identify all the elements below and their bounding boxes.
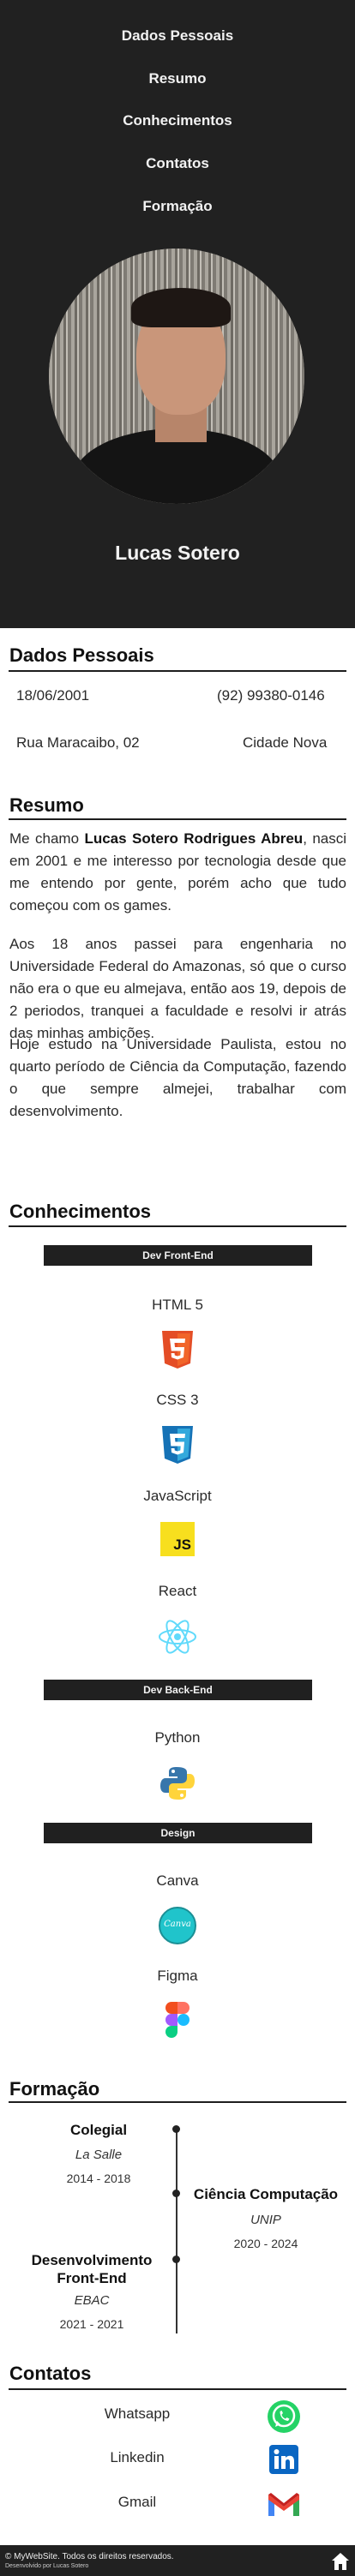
section-divider xyxy=(9,2101,346,2103)
canva-icon: Canva xyxy=(159,1907,196,1944)
section-title-resumo: Resumo xyxy=(9,794,84,816)
linkedin-icon[interactable] xyxy=(269,2445,298,2474)
nav-link-dados-pessoais[interactable]: Dados Pessoais xyxy=(0,27,355,45)
education-school: UNIP xyxy=(250,2213,281,2227)
education-dates: 2020 - 2024 xyxy=(233,2237,298,2250)
html5-icon xyxy=(162,1331,193,1369)
profile-photo xyxy=(49,249,304,504)
section-divider xyxy=(9,818,346,820)
skill-canva: Canva xyxy=(156,1872,199,1889)
phone-number: (92) 99380-0146 xyxy=(217,687,325,704)
home-icon[interactable] xyxy=(331,2552,350,2571)
education-title-front-end: Desenvolvimento Front-End xyxy=(31,2252,153,2286)
css3-icon xyxy=(162,1426,193,1464)
education-title-ciencia-computacao: Ciência Computação xyxy=(193,2186,339,2202)
skill-css3: CSS 3 xyxy=(156,1392,199,1408)
section-divider xyxy=(9,2388,346,2390)
resumo-paragraph-2: Aos 18 anos passei para engenharia no Un… xyxy=(9,936,346,1041)
section-title-contatos: Contatos xyxy=(9,2363,92,2384)
contact-label-linkedin[interactable]: Linkedin xyxy=(69,2449,206,2466)
nav-link-resumo[interactable]: Resumo xyxy=(0,70,355,87)
education-dates: 2021 - 2021 xyxy=(59,2317,124,2331)
nav-link-formacao[interactable]: Formação xyxy=(0,198,355,215)
skill-react: React xyxy=(158,1583,197,1599)
section-title-conhecimentos: Conhecimentos xyxy=(9,1201,152,1222)
skill-javascript: JavaScript xyxy=(143,1488,212,1504)
skill-figma: Figma xyxy=(157,1968,198,1984)
section-divider xyxy=(9,1225,346,1227)
education-dates: 2014 - 2018 xyxy=(66,2172,131,2185)
education-school: La Salle xyxy=(75,2148,123,2162)
section-divider xyxy=(9,670,346,672)
nav-link-conhecimentos[interactable]: Conhecimentos xyxy=(0,112,355,129)
city: Cidade Nova xyxy=(243,734,328,751)
education-title-colegial: Colegial xyxy=(69,2122,128,2138)
footer: © MyWebSite. Todos os direitos reservado… xyxy=(0,2545,355,2576)
education-school: EBAC xyxy=(74,2293,110,2308)
react-icon xyxy=(159,1620,196,1654)
full-name: Lucas Sotero Rodrigues Abreu xyxy=(84,830,304,847)
category-bar-back-end: Dev Back-End xyxy=(44,1680,312,1700)
timeline-dot xyxy=(172,2255,180,2263)
timeline-dot xyxy=(172,2125,180,2133)
section-title-dados-pessoais: Dados Pessoais xyxy=(9,644,154,666)
javascript-icon: JS xyxy=(160,1522,195,1556)
nav-link-contatos[interactable]: Contatos xyxy=(0,155,355,172)
footer-copyright: © MyWebSite. Todos os direitos reservado… xyxy=(5,2552,174,2561)
profile-name: Lucas Sotero xyxy=(115,542,240,564)
resumo-paragraph-3: Hoje estudo na Universidade Paulista, es… xyxy=(9,1036,346,1119)
address: Rua Maracaibo, 02 xyxy=(16,734,140,751)
skill-python: Python xyxy=(154,1729,201,1746)
contact-label-whatsapp[interactable]: Whatsapp xyxy=(69,2405,206,2423)
whatsapp-icon[interactable] xyxy=(267,2399,301,2434)
timeline-line xyxy=(176,2128,178,2333)
footer-credit: Desenvolvido por Lucas Sotero xyxy=(5,2563,89,2569)
skill-html5: HTML 5 xyxy=(152,1297,203,1313)
python-icon xyxy=(160,1767,195,1800)
gmail-icon[interactable] xyxy=(268,2491,300,2517)
section-title-formacao: Formação xyxy=(9,2078,100,2100)
header: Dados Pessoais Resumo Conhecimentos Cont… xyxy=(0,0,355,628)
figma-icon xyxy=(165,2002,190,2038)
birth-date: 18/06/2001 xyxy=(16,687,90,704)
contact-label-gmail[interactable]: Gmail xyxy=(69,2494,206,2511)
category-bar-design: Design xyxy=(44,1823,312,1843)
category-bar-front-end: Dev Front-End xyxy=(44,1245,312,1266)
resumo-paragraph-1: Me chamo Lucas Sotero Rodrigues Abreu, n… xyxy=(9,830,346,914)
timeline-dot xyxy=(172,2190,180,2197)
